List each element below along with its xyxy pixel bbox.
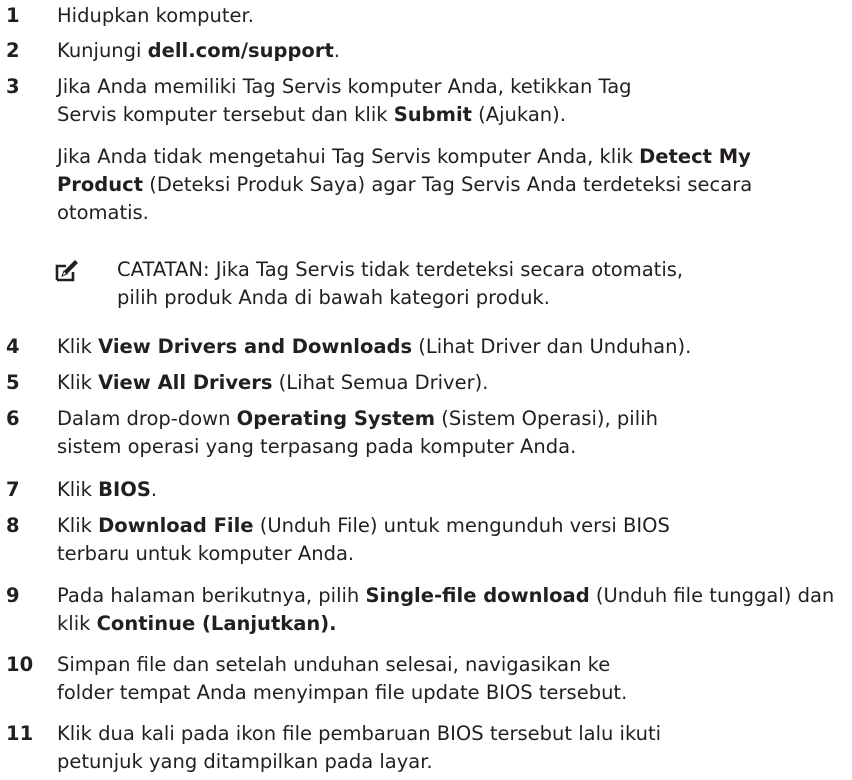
step-3-detect-paragraph: Jika Anda tidak mengetahui Tag Servis ko… [57, 145, 753, 224]
step-number: 2 [6, 39, 20, 62]
step-number: 10 [6, 653, 34, 676]
step-8: 8 Klik Download File (Unduh File) untuk … [0, 512, 852, 572]
step-text: Klik View Drivers and Downloads (Lihat D… [57, 335, 692, 358]
step-3: 3 Jika Anda memiliki Tag Servis komputer… [0, 73, 852, 133]
step-10: 10 Simpan file dan setelah unduhan seles… [0, 651, 852, 711]
step-6: 6 Dalam drop-down Operating System (Sist… [0, 405, 852, 465]
step-number: 5 [6, 371, 20, 394]
note-block: CATATAN: Jika Tag Servis tidak terdeteks… [0, 256, 852, 316]
step-text: Kunjungi dell.com/support. [57, 39, 340, 62]
step-number: 11 [6, 722, 34, 745]
instruction-page: 1 Hidupkan komputer. 2 Kunjungi dell.com… [0, 0, 852, 773]
step-number: 9 [6, 584, 20, 607]
step-text: Jika Anda memiliki Tag Servis komputer A… [57, 75, 632, 126]
step-number: 7 [6, 478, 20, 501]
step-number: 6 [6, 407, 20, 430]
step-text: Hidupkan komputer. [57, 4, 254, 27]
step-text: Klik BIOS. [57, 478, 158, 501]
pencil-note-icon [55, 259, 79, 283]
support-link[interactable]: dell.com/support [148, 39, 334, 62]
step-number: 3 [6, 75, 20, 98]
step-text: Klik View All Drivers (Lihat Semua Drive… [57, 371, 489, 394]
step-text: Pada halaman berikutnya, pilih Single-fi… [57, 584, 835, 635]
step-number: 1 [6, 4, 20, 27]
step-number: 8 [6, 514, 20, 537]
step-number: 4 [6, 335, 20, 358]
step-11: 11 Klik dua kali pada ikon file pembarua… [0, 720, 852, 780]
note-label: CATATAN: [117, 258, 210, 281]
step-9: 9 Pada halaman berikutnya, pilih Single-… [0, 582, 852, 642]
step-text: Dalam drop-down Operating System (Sistem… [57, 407, 658, 458]
step-text: Klik dua kali pada ikon file pembaruan B… [57, 722, 662, 773]
note-text: CATATAN: Jika Tag Servis tidak terdeteks… [117, 258, 684, 309]
step-text: Klik Download File (Unduh File) untuk me… [57, 514, 670, 565]
step-text: Simpan file dan setelah unduhan selesai,… [57, 653, 628, 704]
